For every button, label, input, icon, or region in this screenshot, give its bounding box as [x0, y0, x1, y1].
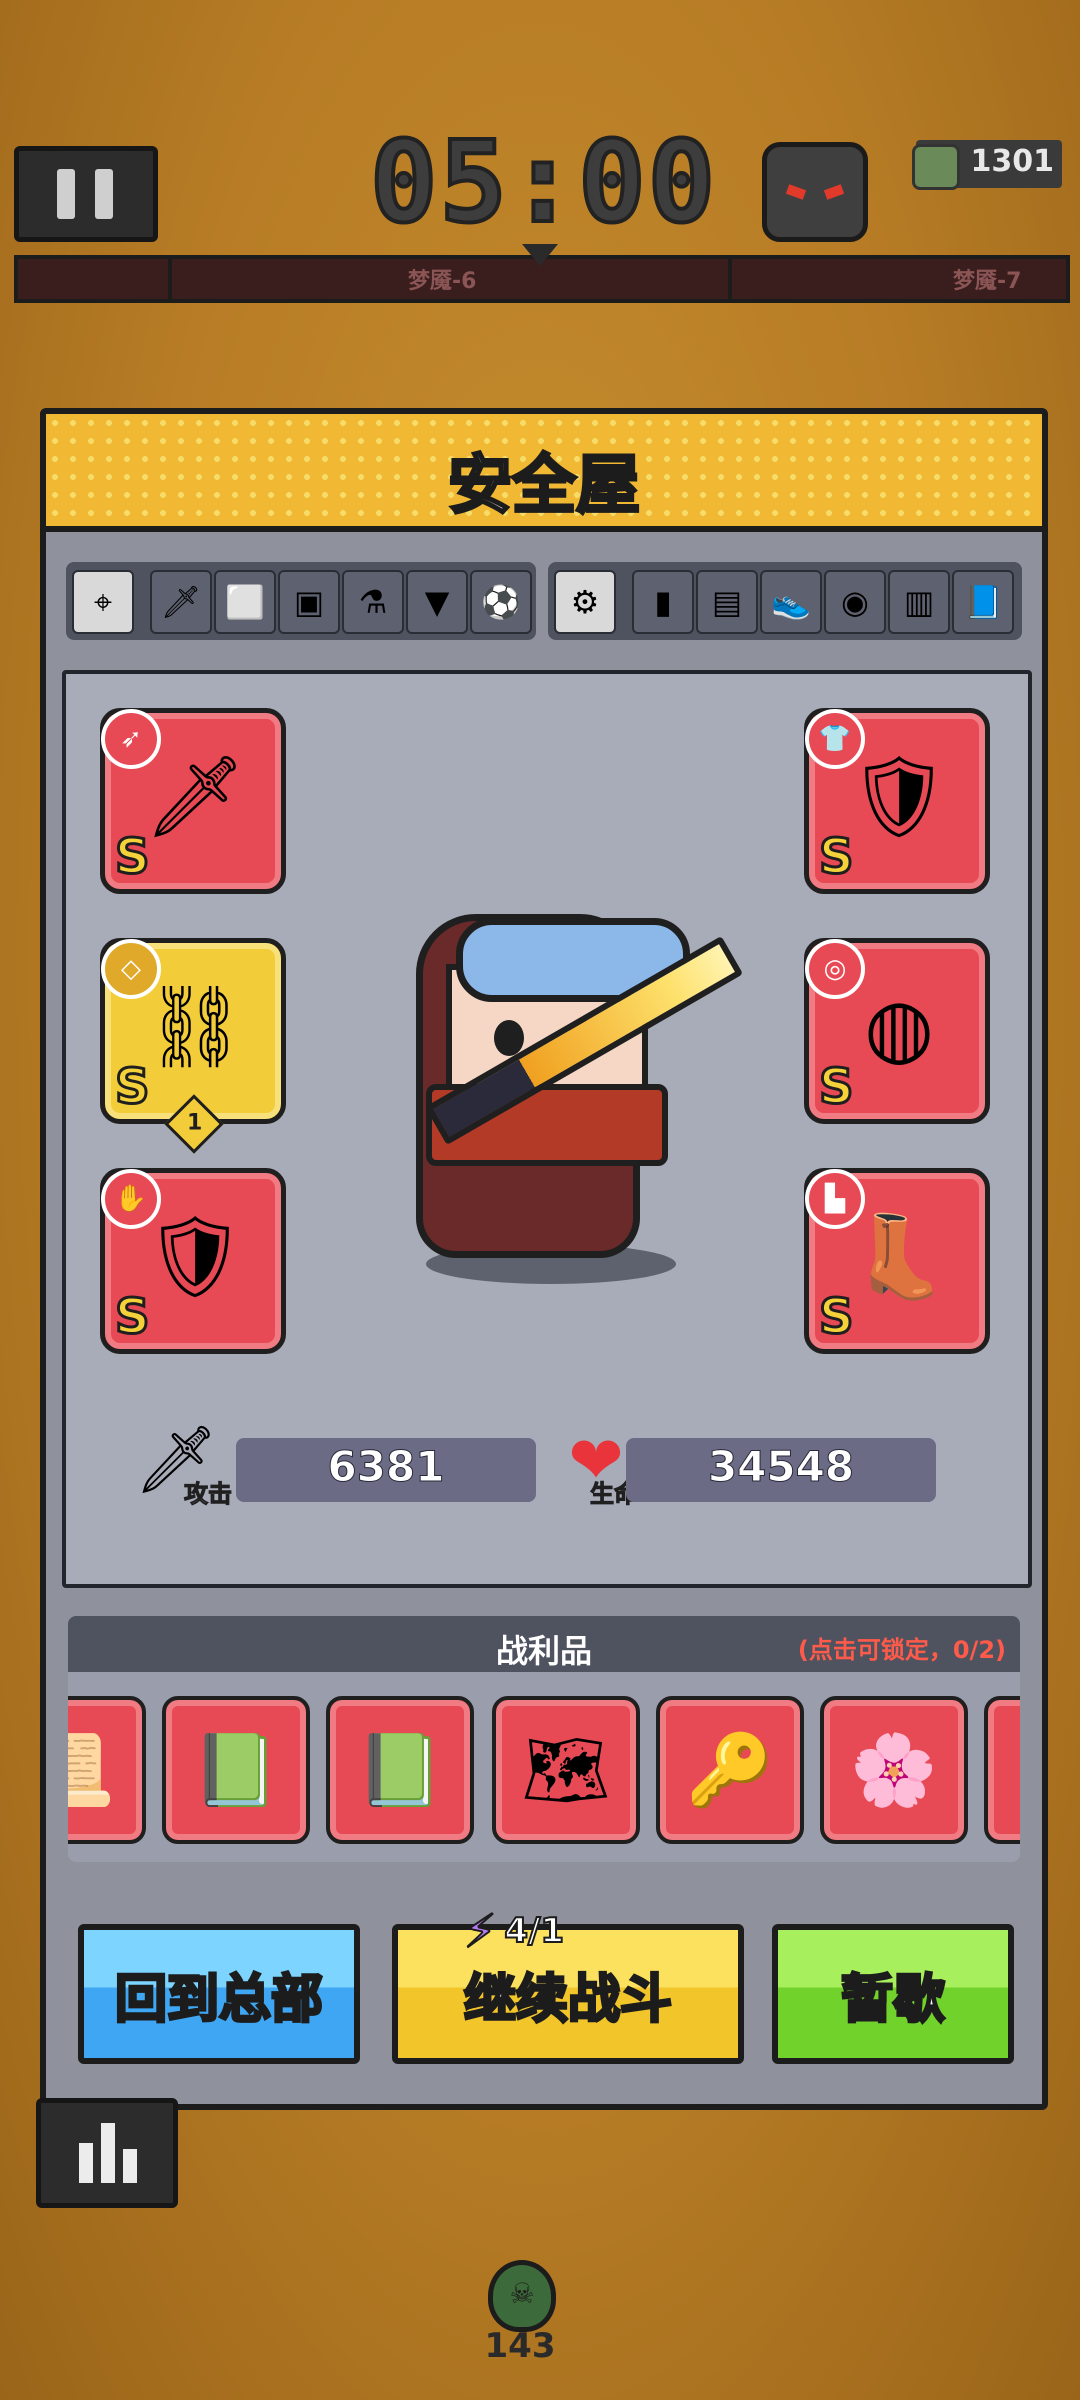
- timer: 05:00: [368, 116, 718, 250]
- modal-title: 安全屋: [447, 448, 642, 525]
- pause-icon: [57, 169, 75, 219]
- drill-icon[interactable]: ▼: [406, 570, 468, 634]
- armor-slot[interactable]: 👕 🛡 S: [804, 708, 990, 894]
- loot-hint: (点击可锁定，0/2): [797, 1636, 1006, 1664]
- bar-chart-icon: [79, 2143, 93, 2183]
- boots-slot[interactable]: ▙ 👢 S: [804, 1168, 990, 1354]
- sneaker-icon[interactable]: 👟: [760, 570, 822, 634]
- gloves-slot[interactable]: ✋ 🛡 S: [100, 1168, 286, 1354]
- kill-count: 143: [484, 2326, 556, 2366]
- currency-icon: [912, 144, 960, 190]
- loot-panel: 战利品 (点击可锁定，0/2) 📜 📗 📗 🗺 🔑 🌸: [68, 1616, 1020, 1862]
- key-icon[interactable]: 🔑: [656, 1696, 804, 1844]
- mine-icon[interactable]: ◉: [824, 570, 886, 634]
- wave-marker-icon: [522, 244, 558, 266]
- skill-tabs: ⌖ 🗡 ⬜ ▣ ⚗ ▼ ⚽: [66, 562, 536, 640]
- continue-battle-button[interactable]: 继续战斗: [392, 1924, 744, 2064]
- necklace-slot[interactable]: ◇ ⛓ S 1: [100, 938, 286, 1154]
- level-badge: 1: [164, 1094, 224, 1154]
- flower-icon[interactable]: 🌸: [820, 1696, 968, 1844]
- attack-label: 攻击: [184, 1480, 233, 1509]
- chain-necklace-icon: ⛓: [144, 980, 246, 1073]
- return-hq-button[interactable]: 回到总部: [78, 1924, 360, 2064]
- boots-icon: 👢: [849, 1210, 949, 1303]
- boss-icon: [762, 142, 868, 242]
- gear-tab-icon[interactable]: ⚙: [554, 570, 616, 634]
- book-icon[interactable]: 📘: [952, 570, 1014, 634]
- potion-icon[interactable]: ⚗: [342, 570, 404, 634]
- belt-slot[interactable]: ◎ ◍ S: [804, 938, 990, 1124]
- blueprint-icon[interactable]: 🗺: [492, 1696, 640, 1844]
- character-panel: ➶ 🗡 S ◇ ⛓ S 1 ✋ 🛡 S 👕 🛡 S ◎ ◍ S ▙ 👢 S 🗡 …: [62, 670, 1032, 1588]
- wave-label: 梦魇-6: [408, 269, 477, 294]
- rest-button[interactable]: 暂歇: [772, 1924, 1014, 2064]
- robot-icon[interactable]: ⬜: [214, 570, 276, 634]
- safehouse-modal: 安全屋 ⌖ 🗡 ⬜ ▣ ⚗ ▼ ⚽ ⚙ ▮ ▤ 👟 ◉ ▥ 📘 ➶ 🗡 S ◇ …: [40, 408, 1048, 2110]
- sword-icon: 🗡: [144, 750, 246, 843]
- wave-label: 梦魇-7: [953, 269, 1022, 294]
- pause-button[interactable]: [14, 146, 158, 242]
- equipment-tabs: ⚙ ▮ ▤ 👟 ◉ ▥ 📘: [548, 562, 1022, 640]
- vest-icon[interactable]: ▥: [888, 570, 950, 634]
- spellbook-icon[interactable]: 📗: [162, 1696, 310, 1844]
- weapon-slot[interactable]: ➶ 🗡 S: [100, 708, 286, 894]
- camera-icon[interactable]: ▣: [278, 570, 340, 634]
- armor-icon: 🛡: [848, 750, 950, 843]
- gauntlet-icon: 🛡: [144, 1210, 246, 1303]
- modal-header: 安全屋: [46, 414, 1042, 532]
- scroll-icon[interactable]: 📜: [68, 1696, 146, 1844]
- cassette-icon[interactable]: ▤: [696, 570, 758, 634]
- battery-icon[interactable]: ▮: [632, 570, 694, 634]
- target-icon[interactable]: ⌖: [72, 570, 134, 634]
- lightning-icon: ⚡: [463, 1903, 497, 1959]
- hero-avatar: [386, 874, 744, 1294]
- belt-icon: ◍: [864, 980, 934, 1074]
- stats-button[interactable]: [36, 2098, 178, 2208]
- skull-icon: ☠: [488, 2260, 556, 2332]
- attack-stat: 6381: [236, 1438, 536, 1502]
- spellbook-icon[interactable]: 📗: [326, 1696, 474, 1844]
- soccer-ball-icon[interactable]: ⚽: [470, 570, 532, 634]
- currency-counter: 1301: [912, 140, 1062, 190]
- blade-icon[interactable]: 🗡: [150, 570, 212, 634]
- energy-cost: ⚡ 4/1: [463, 1903, 565, 1959]
- partial-item-icon[interactable]: [984, 1696, 1020, 1844]
- hp-stat: 34548: [626, 1438, 936, 1502]
